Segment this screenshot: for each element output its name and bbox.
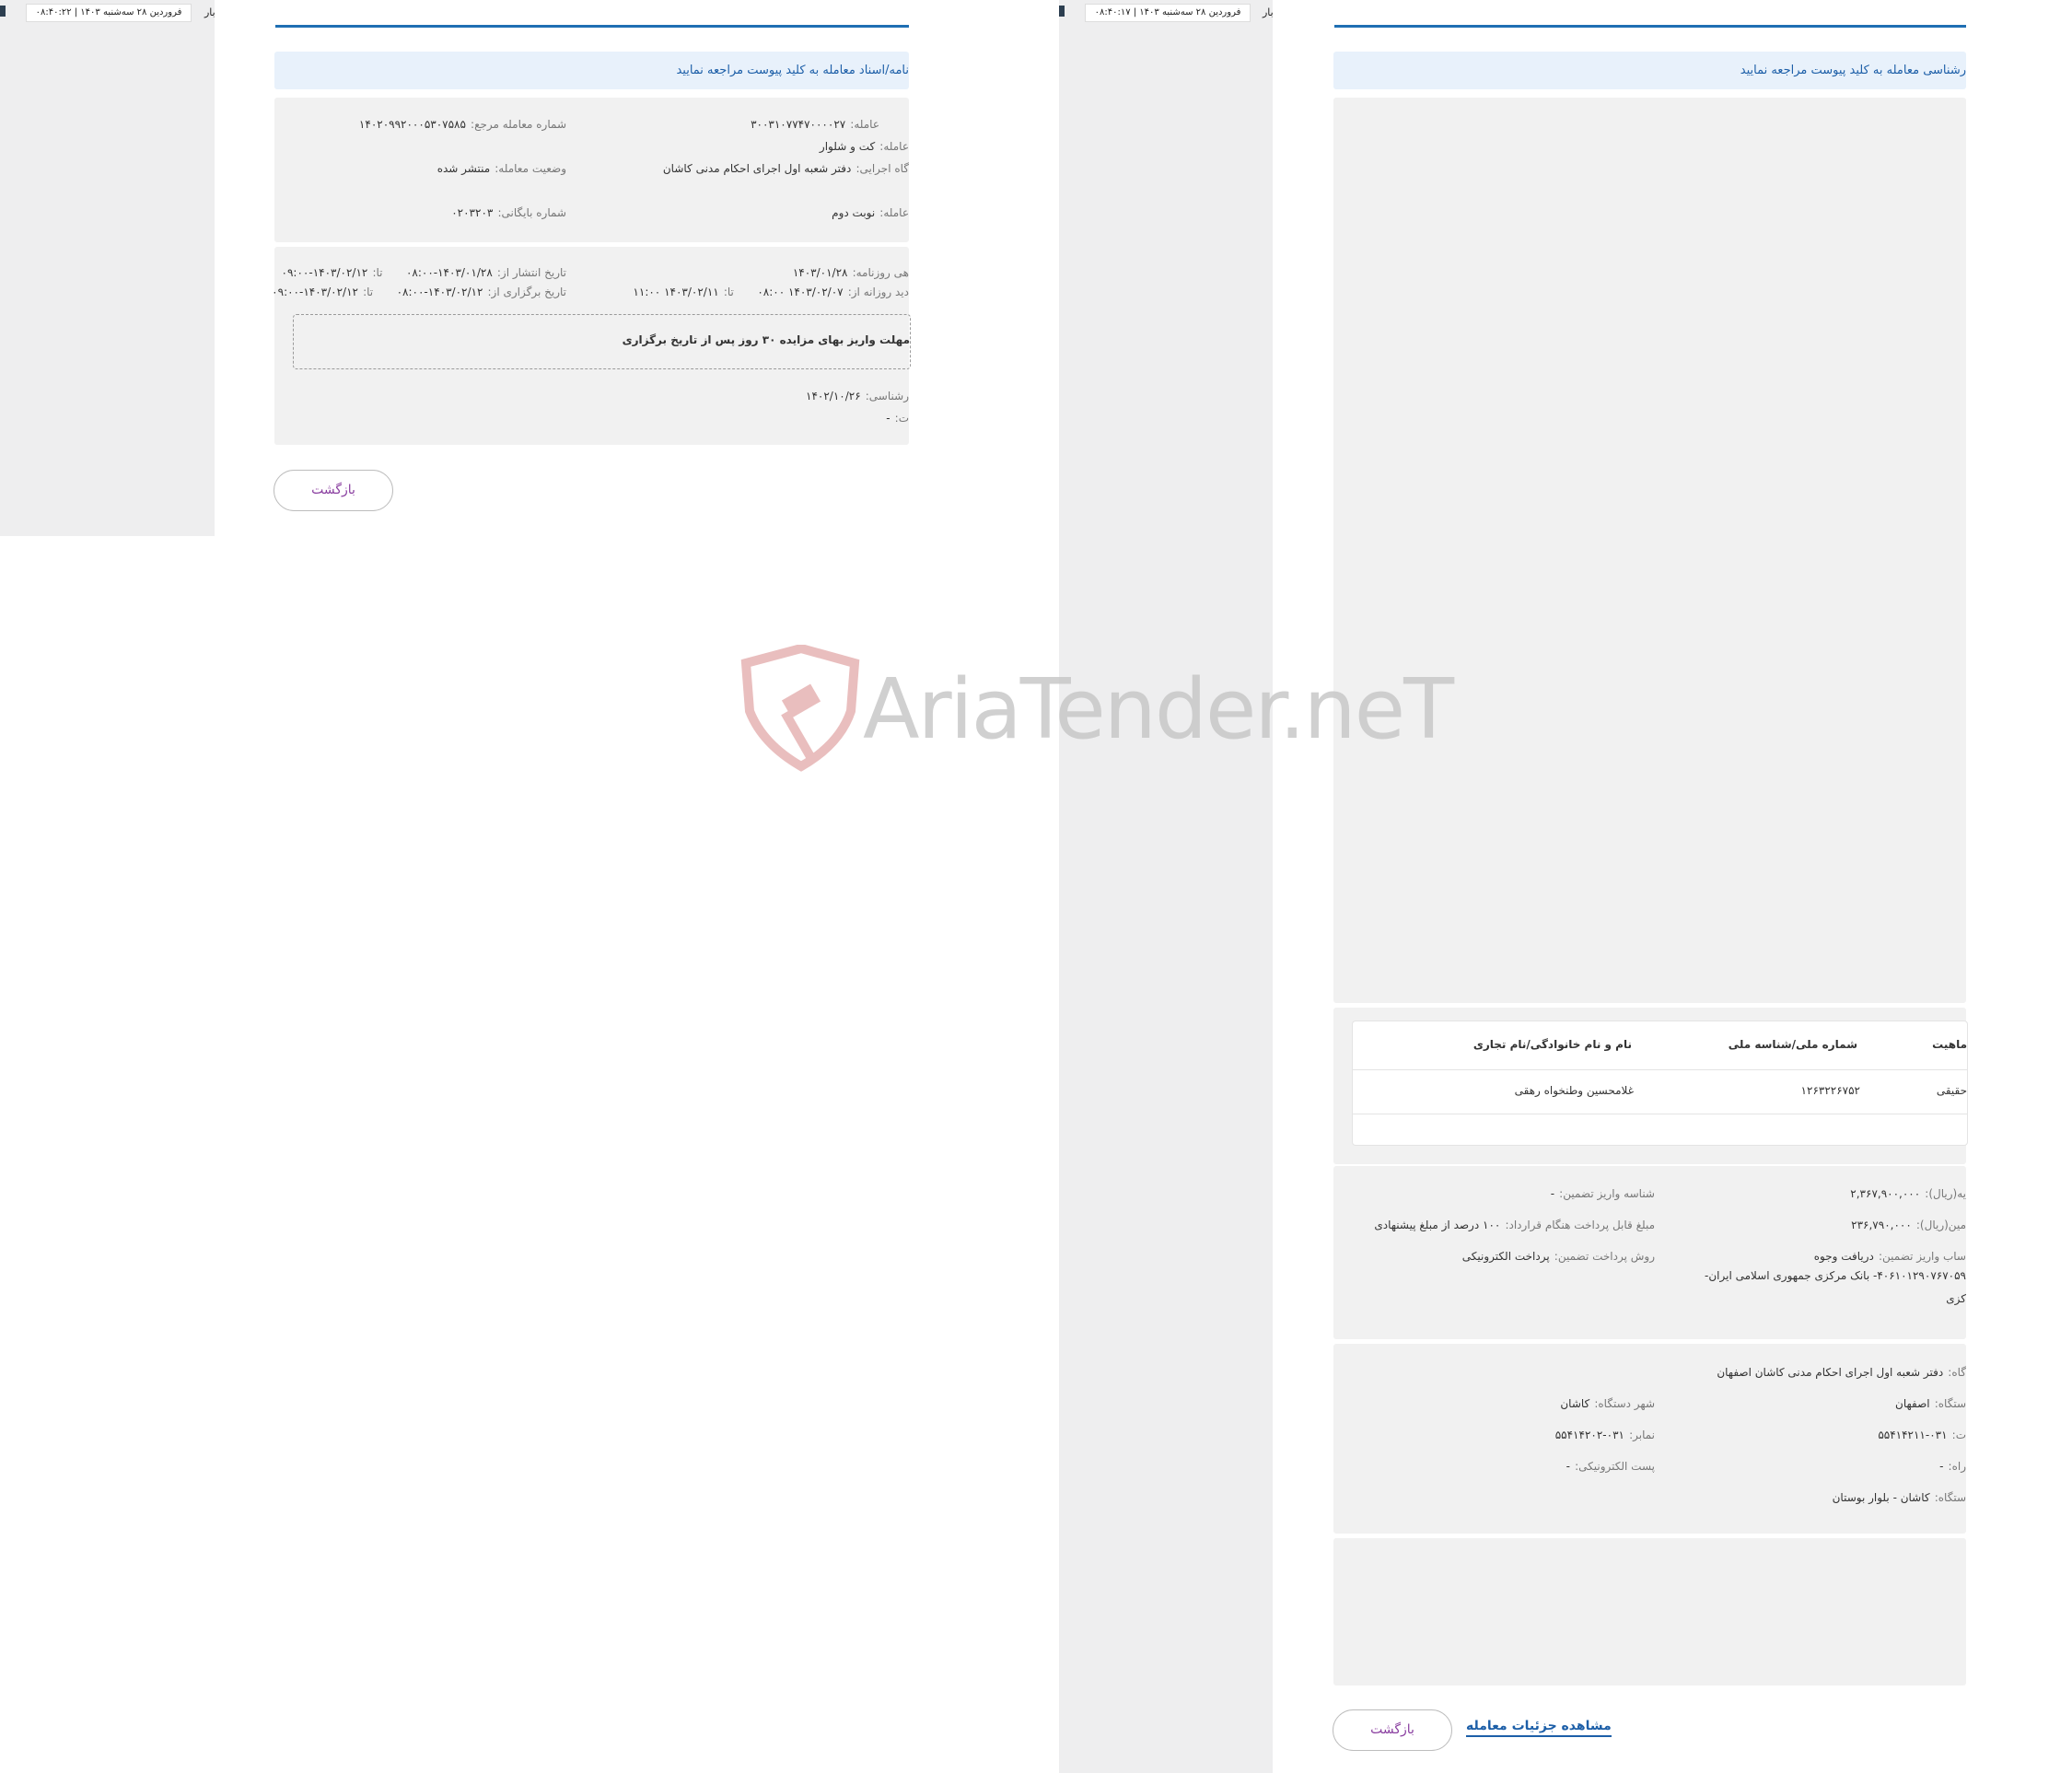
method-row: روش پرداخت تضمین: پرداخت الکترونیکی <box>1461 1250 1655 1263</box>
left-back-button[interactable]: بازگشت <box>274 470 393 511</box>
watermark-text: AriaTender.neT <box>863 661 1454 758</box>
left-header-line <box>275 25 909 28</box>
right-bottom-panel <box>1333 1538 1966 1686</box>
left-publish-date: تاریخ انتشار از: ۱۴۰۳/۰۱/۲۸-۰۸:۰۰ تا: ۱۴… <box>281 266 566 279</box>
shield-gavel-icon <box>740 645 860 772</box>
org-name-row: گاه: دفتر شعبه اول اجرای احکام مدنی کاشا… <box>1717 1366 1966 1379</box>
participants-table: ماهیت شماره ملی/شناسه ملی نام و نام خانو… <box>1352 1021 1968 1146</box>
right-notice: رشناسی معامله به کلید پیوست مراجعه نمایی… <box>1333 52 1966 89</box>
right-finance-panel: یه(ریال): ۲,۳۶۷,۹۰۰,۰۰۰ شناسه واریز تضمی… <box>1333 1166 1966 1339</box>
left-journal-date: هی روزنامه: ۱۴۰۳/۰۱/۲۸ <box>792 266 909 279</box>
org-address-row: ستگاه: کاشان - بلوار بوستان <box>1832 1491 1966 1504</box>
deposit-id-row: شناسه واریز تضمین: - <box>1550 1187 1655 1200</box>
account-row: ساب واریز تضمین: دریافت وجوه <box>1813 1250 1966 1263</box>
left-topbar-partial: بار <box>204 6 215 18</box>
left-dates-panel: هی روزنامه: ۱۴۰۳/۰۱/۲۸ تاریخ انتشار از: … <box>272 247 911 445</box>
guarantee-row: مین(ریال): ۲۳۶,۷۹۰,۰۰۰ <box>1851 1219 1966 1231</box>
left-row-1: عامله: ۳۰۰۳۱۰۷۷۴۷۰۰۰۰۲۷ <box>751 118 879 131</box>
account-line-3: کزی <box>1946 1292 1966 1305</box>
right-topbar-partial: بار <box>1263 6 1274 18</box>
left-info-panel: عامله: ۳۰۰۳۱۰۷۷۴۷۰۰۰۰۲۷ شماره معامله مرج… <box>274 98 909 242</box>
th-name: نام و نام خانوادگی/نام تجاری <box>1473 1038 1632 1051</box>
left-row-subject: عامله: کت و شلوار <box>819 140 909 153</box>
right-datetime: فروردین ۲۸ سه‌شنبه ۱۴۰۳ | ۰۸:۴۰:۱۷ <box>1085 4 1251 22</box>
right-participants-panel: ماهیت شماره ملی/شناسه ملی نام و نام خانو… <box>1333 1008 1968 1164</box>
left-datetime: فروردین ۲۸ سه‌شنبه ۱۴۰۳ | ۰۸:۴۰:۲۲ <box>26 4 192 22</box>
right-org-panel: گاه: دفتر شعبه اول اجرای احکام مدنی کاشا… <box>1333 1344 1966 1534</box>
home-icon[interactable] <box>1059 6 1065 17</box>
left-payment-note: مهلت واریز بهای مزایده ۳۰ روز پس از تاری… <box>622 333 910 346</box>
left-row-agency: گاه اجرایی: دفتر شعبه اول اجرای احکام مد… <box>662 162 909 175</box>
left-row-status: وضعیت معامله: منتشر شده <box>437 162 566 175</box>
home-icon[interactable] <box>0 6 6 17</box>
watermark: AriaTender.neT <box>737 645 1454 774</box>
left-row-ref: شماره معامله مرجع: ۱۴۰۲۰۹۹۲۰۰۰۵۳۰۷۵۸۵ <box>358 118 566 131</box>
org-mobile-row: راه: - <box>1939 1460 1966 1473</box>
org-phone-row: ت: ۰۳۱-۵۵۴۱۴۲۱۱ <box>1878 1429 1966 1441</box>
right-header-line <box>1334 25 1966 28</box>
left-row-archive: شماره بایگانی: ۰۲۰۳۲۰۳ <box>451 206 566 219</box>
right-back-button[interactable]: بازگشت <box>1333 1709 1452 1751</box>
account-line-2: ۴۰۶۱۰۱۲۹۰۷۶۷۰۵۹- بانک مرکزی جمهوری اسلام… <box>1705 1269 1966 1282</box>
left-extra-row: ت: - <box>886 412 909 425</box>
th-national-id: شماره ملی/شناسه ملی <box>1728 1038 1857 1051</box>
org-city-row: شهر دستگاه: کاشان <box>1560 1397 1655 1410</box>
left-notice: نامه/اسناد معامله به کلید پیوست مراجعه ن… <box>274 52 909 89</box>
td-national-id: ۱۲۶۳۲۲۶۷۵۲ <box>1800 1084 1860 1097</box>
left-notice-text: نامه/اسناد معامله به کلید پیوست مراجعه ن… <box>676 64 909 77</box>
payable-row: مبلغ قابل پرداخت هنگام قرارداد: ۱۰۰ درصد… <box>1374 1219 1655 1231</box>
td-name: غلامحسین وطنخواه رهقی <box>1514 1084 1634 1097</box>
right-notice-text: رشناسی معامله به کلید پیوست مراجعه نمایی… <box>1740 64 1966 77</box>
base-price-row: یه(ریال): ۲,۳۶۷,۹۰۰,۰۰۰ <box>1850 1187 1966 1200</box>
table-row: حقیقی ۱۲۶۳۲۲۶۷۵۲ غلامحسین وطنخواه رهقی <box>1353 1069 1967 1114</box>
left-payment-note-box: مهلت واریز بهای مزایده ۳۰ روز پس از تاری… <box>293 314 911 369</box>
left-row-round: عامله: نوبت دوم <box>832 206 909 219</box>
org-province-row: ستگاه: اصفهان <box>1895 1397 1966 1410</box>
table-header: ماهیت شماره ملی/شناسه ملی نام و نام خانو… <box>1353 1021 1967 1070</box>
td-type: حقیقی <box>1936 1084 1967 1097</box>
left-topbar: فروردین ۲۸ سه‌شنبه ۱۴۰۳ | ۰۸:۴۰:۲۲ بار <box>0 0 215 24</box>
th-type: ماهیت <box>1932 1038 1967 1051</box>
view-deal-details-link[interactable]: مشاهده جزئیات معامله <box>1466 1719 1612 1737</box>
left-hold-date: تاریخ برگزاری از: ۱۴۰۳/۰۲/۱۲-۰۸:۰۰ تا: ۱… <box>272 286 566 298</box>
left-expert-date: رشناسی: ۱۴۰۲/۱۰/۲۶ <box>806 390 909 402</box>
left-visit-date: دید روزانه از: ۱۴۰۳/۰۲/۰۷ ۰۸:۰۰ تا: ۱۴۰۳… <box>633 286 909 298</box>
right-sidebar <box>1059 0 1273 1773</box>
org-email-row: پست الکترونیکی: - <box>1566 1460 1655 1473</box>
left-sidebar <box>0 0 215 536</box>
org-fax-row: نمابر: ۰۳۱-۵۵۴۱۴۲۰۲ <box>1554 1429 1655 1441</box>
right-topbar: فروردین ۲۸ سه‌شنبه ۱۴۰۳ | ۰۸:۴۰:۱۷ بار <box>1059 0 1274 24</box>
right-attachment-panel <box>1333 98 1966 1003</box>
